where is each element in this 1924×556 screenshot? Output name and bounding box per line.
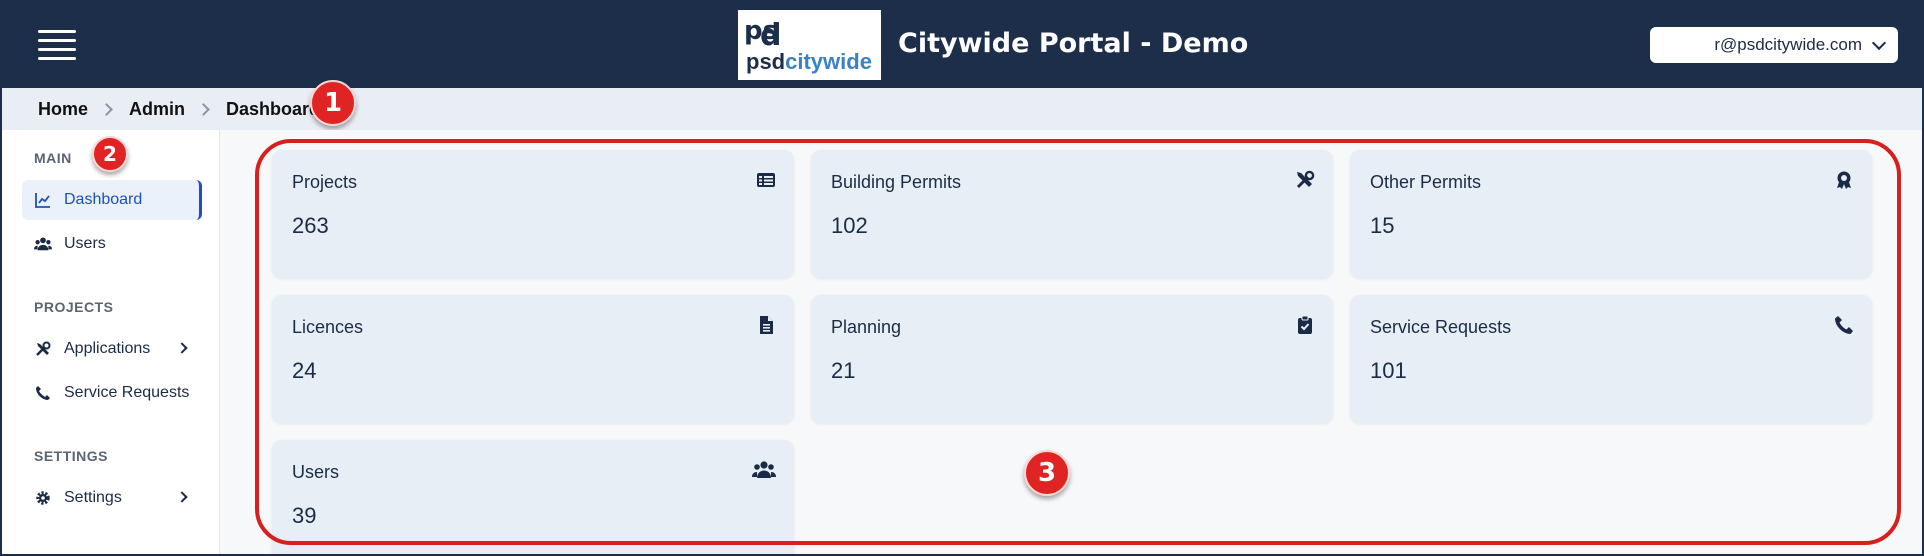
annotation-badge-3: 3 <box>1024 450 1070 496</box>
clipboard-check-icon <box>1298 315 1312 334</box>
user-email: r@psdcitywide.com <box>1714 35 1862 54</box>
stat-card-value: 101 <box>1370 358 1407 383</box>
stat-card-label: Users <box>292 462 340 482</box>
stat-card-label: Licences <box>292 317 364 337</box>
sidebar-item-users[interactable]: Users <box>22 224 202 264</box>
stat-card-value: 102 <box>831 213 868 238</box>
stat-card-other-permits[interactable]: Other Permits 15 <box>1350 150 1872 278</box>
sidebar-item-applications[interactable]: Applications <box>22 329 202 369</box>
users-icon <box>752 461 776 478</box>
sidebar-section-settings: SETTINGS <box>34 448 109 464</box>
phone-icon <box>34 384 52 402</box>
user-account-dropdown[interactable]: r@psdcitywide.com <box>1650 27 1898 63</box>
document-icon <box>760 316 773 334</box>
award-icon <box>1837 171 1851 189</box>
hamburger-menu-icon[interactable] <box>38 30 76 60</box>
chevron-right-icon <box>176 491 188 503</box>
stat-card-value: 15 <box>1370 213 1395 238</box>
app-window: psd ps d psdcitywide Citywide Portal - D… <box>0 0 1924 556</box>
breadcrumb-separator-icon <box>100 102 113 116</box>
annotation-badge-2: 2 <box>92 136 128 172</box>
stat-card-value: 21 <box>831 358 856 383</box>
sidebar-item-dashboard[interactable]: Dashboard <box>22 180 202 220</box>
top-bar: psd ps d psdcitywide Citywide Portal - D… <box>2 2 1922 88</box>
chevron-right-icon <box>176 342 188 354</box>
sidebar-section-main: MAIN <box>34 150 72 166</box>
sidebar-section-projects: PROJECTS <box>34 299 114 315</box>
sidebar-item-label: Applications <box>64 340 151 357</box>
sidebar-item-label: Dashboard <box>64 191 143 208</box>
brand-logo[interactable]: psd ps d psdcitywide <box>738 10 881 80</box>
stat-card-value: 263 <box>292 213 329 238</box>
users-icon <box>34 235 52 253</box>
breadcrumb: Home Admin Dashboard <box>2 88 1922 130</box>
chevron-down-icon <box>1871 35 1887 50</box>
annotation-badge-1: 1 <box>310 80 356 126</box>
phone-icon <box>1835 316 1853 334</box>
stat-card-label: Projects <box>292 172 358 192</box>
stat-card-label: Planning <box>831 317 902 337</box>
stat-card-label: Building Permits <box>831 172 962 192</box>
logo-brand-psd: psd <box>746 49 786 74</box>
stat-card-service-requests[interactable]: Service Requests 101 <box>1350 295 1872 423</box>
chart-line-icon <box>34 191 52 209</box>
tools-icon <box>1296 170 1315 189</box>
sidebar-item-label: Settings <box>64 489 122 506</box>
gear-icon <box>34 489 52 507</box>
stat-card-planning[interactable]: Planning 21 <box>811 295 1333 423</box>
stat-card-value: 24 <box>292 358 317 383</box>
sidebar: MAIN Dashboard Users PROJECTS Applicatio… <box>2 130 220 554</box>
logo-text: psdcitywide <box>746 49 872 75</box>
svg-text:d: d <box>760 18 781 53</box>
breadcrumb-separator-icon <box>197 102 210 116</box>
sidebar-item-label: Users <box>64 235 106 252</box>
stat-card-label: Service Requests <box>1370 317 1512 337</box>
sidebar-item-label: Service Requests <box>64 384 190 401</box>
breadcrumb-current: Dashboard <box>226 98 321 119</box>
breadcrumb-home[interactable]: Home <box>38 99 88 120</box>
stat-card-projects[interactable]: Projects 263 <box>272 150 794 278</box>
dashboard-main: Projects 263 Building Permits 102 Other … <box>220 130 1922 554</box>
table-list-icon <box>757 173 775 187</box>
logo-brand-citywide: citywide <box>785 49 872 74</box>
stat-card-label: Other Permits <box>1370 172 1482 192</box>
sidebar-item-settings[interactable]: Settings <box>22 478 202 518</box>
app-title: Citywide Portal - Demo <box>898 28 1249 59</box>
tools-icon <box>34 340 52 358</box>
sidebar-item-service-requests[interactable]: Service Requests <box>22 373 202 413</box>
stat-card-value: 39 <box>292 503 317 528</box>
stat-card-users[interactable]: Users 39 <box>272 440 794 554</box>
breadcrumb-admin[interactable]: Admin <box>129 99 185 120</box>
stat-card-licences[interactable]: Licences 24 <box>272 295 794 423</box>
stat-card-building-permits[interactable]: Building Permits 102 <box>811 150 1333 278</box>
